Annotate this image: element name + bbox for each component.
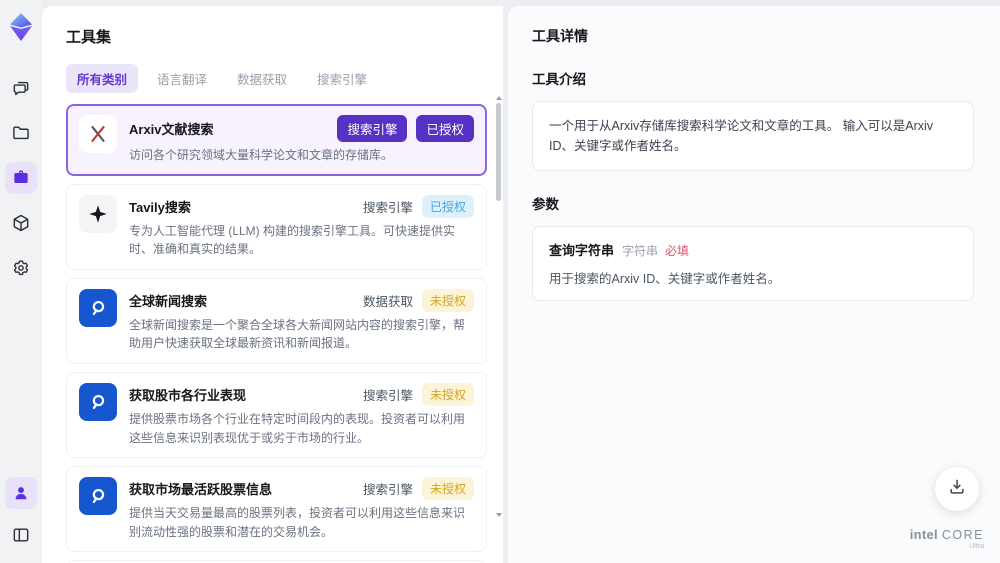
tool-description: 全球新闻搜索是一个聚合全球各大新闻网站内容的搜索引擎，帮助用户快速获取全球最新资… xyxy=(129,317,466,351)
brand-word-core: CORE xyxy=(941,528,984,542)
sidebar-bottom-item-panel-toggle[interactable] xyxy=(5,519,37,551)
scrollbar-up-arrow-icon[interactable] xyxy=(496,96,502,100)
parameter-name: 查询字符串 xyxy=(549,243,615,258)
tool-auth-badge: 未授权 xyxy=(421,477,474,501)
brand-word-intel: intel xyxy=(909,527,938,542)
briefcase-icon xyxy=(11,168,31,188)
detail-title: 工具详情 xyxy=(532,28,588,44)
tool-name: 获取市场最活跃股票信息 xyxy=(129,482,273,498)
tool-category-badge: 搜索引擎 xyxy=(362,483,413,498)
sidebar-item-chat[interactable] xyxy=(5,72,37,104)
parameter-type: 字符串 xyxy=(622,244,659,258)
sidebar-item-briefcase[interactable] xyxy=(5,162,37,194)
tool-intro-text: 一个用于从Arxiv存储库搜索科学论文和文章的工具。 输入可以是Arxiv ID… xyxy=(532,101,974,171)
chat-icon xyxy=(11,78,31,98)
brand-sub-label: Ultra xyxy=(969,543,984,550)
tool-category-badge: 搜索引擎 xyxy=(362,200,413,215)
intel-core-logo: intel CORE Ultra xyxy=(910,527,984,550)
tool-auth-badge: 已授权 xyxy=(421,194,474,218)
search-app-icon xyxy=(79,477,117,516)
arxiv-logo-icon xyxy=(79,115,117,153)
parameter-description: 用于搜索的Arxiv ID、关键字或作者姓名。 xyxy=(549,272,781,286)
tool-description: 访问各个研究领域大量科学论文和文章的存储库。 xyxy=(129,148,394,162)
app-logo-icon xyxy=(6,10,36,44)
tool-list-panel: 工具集 所有类别 语言翻译 数据获取 搜索引擎 Arxiv文献搜索 搜索引擎 已授权 … xyxy=(42,6,503,563)
tool-list: Arxiv文献搜索 搜索引擎 已授权 访问各个研究领域大量科学论文和文章的存储库… xyxy=(66,104,487,563)
params-heading: 参数 xyxy=(532,197,559,212)
scrollbar-thumb[interactable] xyxy=(496,103,501,201)
sidebar-item-folder[interactable] xyxy=(5,117,37,149)
tool-name: 获取股市各行业表现 xyxy=(129,387,247,403)
user-icon xyxy=(11,483,31,503)
sparkle-icon xyxy=(79,194,117,233)
tool-category-badge: 搜索引擎 xyxy=(362,388,413,403)
tool-auth-badge: 未授权 xyxy=(421,382,474,406)
tool-auth-badge: 已授权 xyxy=(416,115,474,142)
search-app-icon xyxy=(79,382,117,421)
cube-icon xyxy=(11,213,31,233)
tool-detail-panel: 工具详情 工具介绍 一个用于从Arxiv存储库搜索科学论文和文章的工具。 输入可… xyxy=(508,6,1000,563)
tool-card-1[interactable]: Tavily搜索 搜索引擎 已授权 专为人工智能代理 (LLM) 构建的搜索引擎… xyxy=(66,183,487,270)
tool-card-0[interactable]: Arxiv文献搜索 搜索引擎 已授权 访问各个研究领域大量科学论文和文章的存储库… xyxy=(66,104,487,176)
tool-card-2[interactable]: 全球新闻搜索 数据获取 未授权 全球新闻搜索是一个聚合全球各大新闻网站内容的搜索… xyxy=(66,277,487,364)
tab-3[interactable]: 搜索引擎 xyxy=(306,64,378,93)
tool-name: Tavily搜索 xyxy=(129,199,191,215)
sidebar-item-cube[interactable] xyxy=(5,207,37,239)
list-scrollbar[interactable] xyxy=(496,96,502,553)
category-tabs: 所有类别 语言翻译 数据获取 搜索引擎 xyxy=(66,64,489,93)
search-app-icon xyxy=(79,288,117,327)
tool-card-4[interactable]: 获取市场最活跃股票信息 搜索引擎 未授权 提供当天交易量最高的股票列表，投资者可… xyxy=(66,466,487,553)
tool-description: 专为人工智能代理 (LLM) 构建的搜索引擎工具。可快速提供实时、准确和真实的结… xyxy=(129,223,456,257)
tab-0[interactable]: 所有类别 xyxy=(66,64,139,93)
panel-toggle-icon xyxy=(11,525,31,545)
tab-2[interactable]: 数据获取 xyxy=(226,64,298,93)
sidebar-item-gear[interactable] xyxy=(5,252,37,284)
download-button[interactable] xyxy=(935,467,979,511)
app-sidebar xyxy=(0,0,42,563)
tool-category-badge: 数据获取 xyxy=(362,294,413,309)
tool-category-badge: 搜索引擎 xyxy=(337,115,408,142)
tool-description: 提供股票市场各个行业在特定时间段内的表现。投资者可以利用这些信息来识别表现优于或… xyxy=(129,411,466,445)
tool-name: 全球新闻搜索 xyxy=(129,293,208,309)
tab-1[interactable]: 语言翻译 xyxy=(146,64,218,93)
tool-name: Arxiv文献搜索 xyxy=(129,122,214,137)
parameter-card: 查询字符串 字符串 必填 用于搜索的Arxiv ID、关键字或作者姓名。 xyxy=(532,226,974,301)
intro-heading: 工具介绍 xyxy=(532,72,586,87)
tool-card-3[interactable]: 获取股市各行业表现 搜索引擎 未授权 提供股票市场各个行业在特定时间段内的表现。… xyxy=(66,371,487,459)
scrollbar-down-arrow-icon[interactable] xyxy=(496,513,502,517)
tool-auth-badge: 未授权 xyxy=(421,288,474,312)
tool-description: 提供当天交易量最高的股票列表，投资者可以利用这些信息来识别流动性强的股票和潜在的… xyxy=(129,506,466,539)
page-title: 工具集 xyxy=(66,29,112,46)
gear-icon xyxy=(11,258,31,278)
folder-icon xyxy=(11,123,31,143)
parameter-required-label: 必填 xyxy=(665,244,690,258)
sidebar-bottom-item-user[interactable] xyxy=(5,477,37,509)
download-icon xyxy=(947,477,967,502)
